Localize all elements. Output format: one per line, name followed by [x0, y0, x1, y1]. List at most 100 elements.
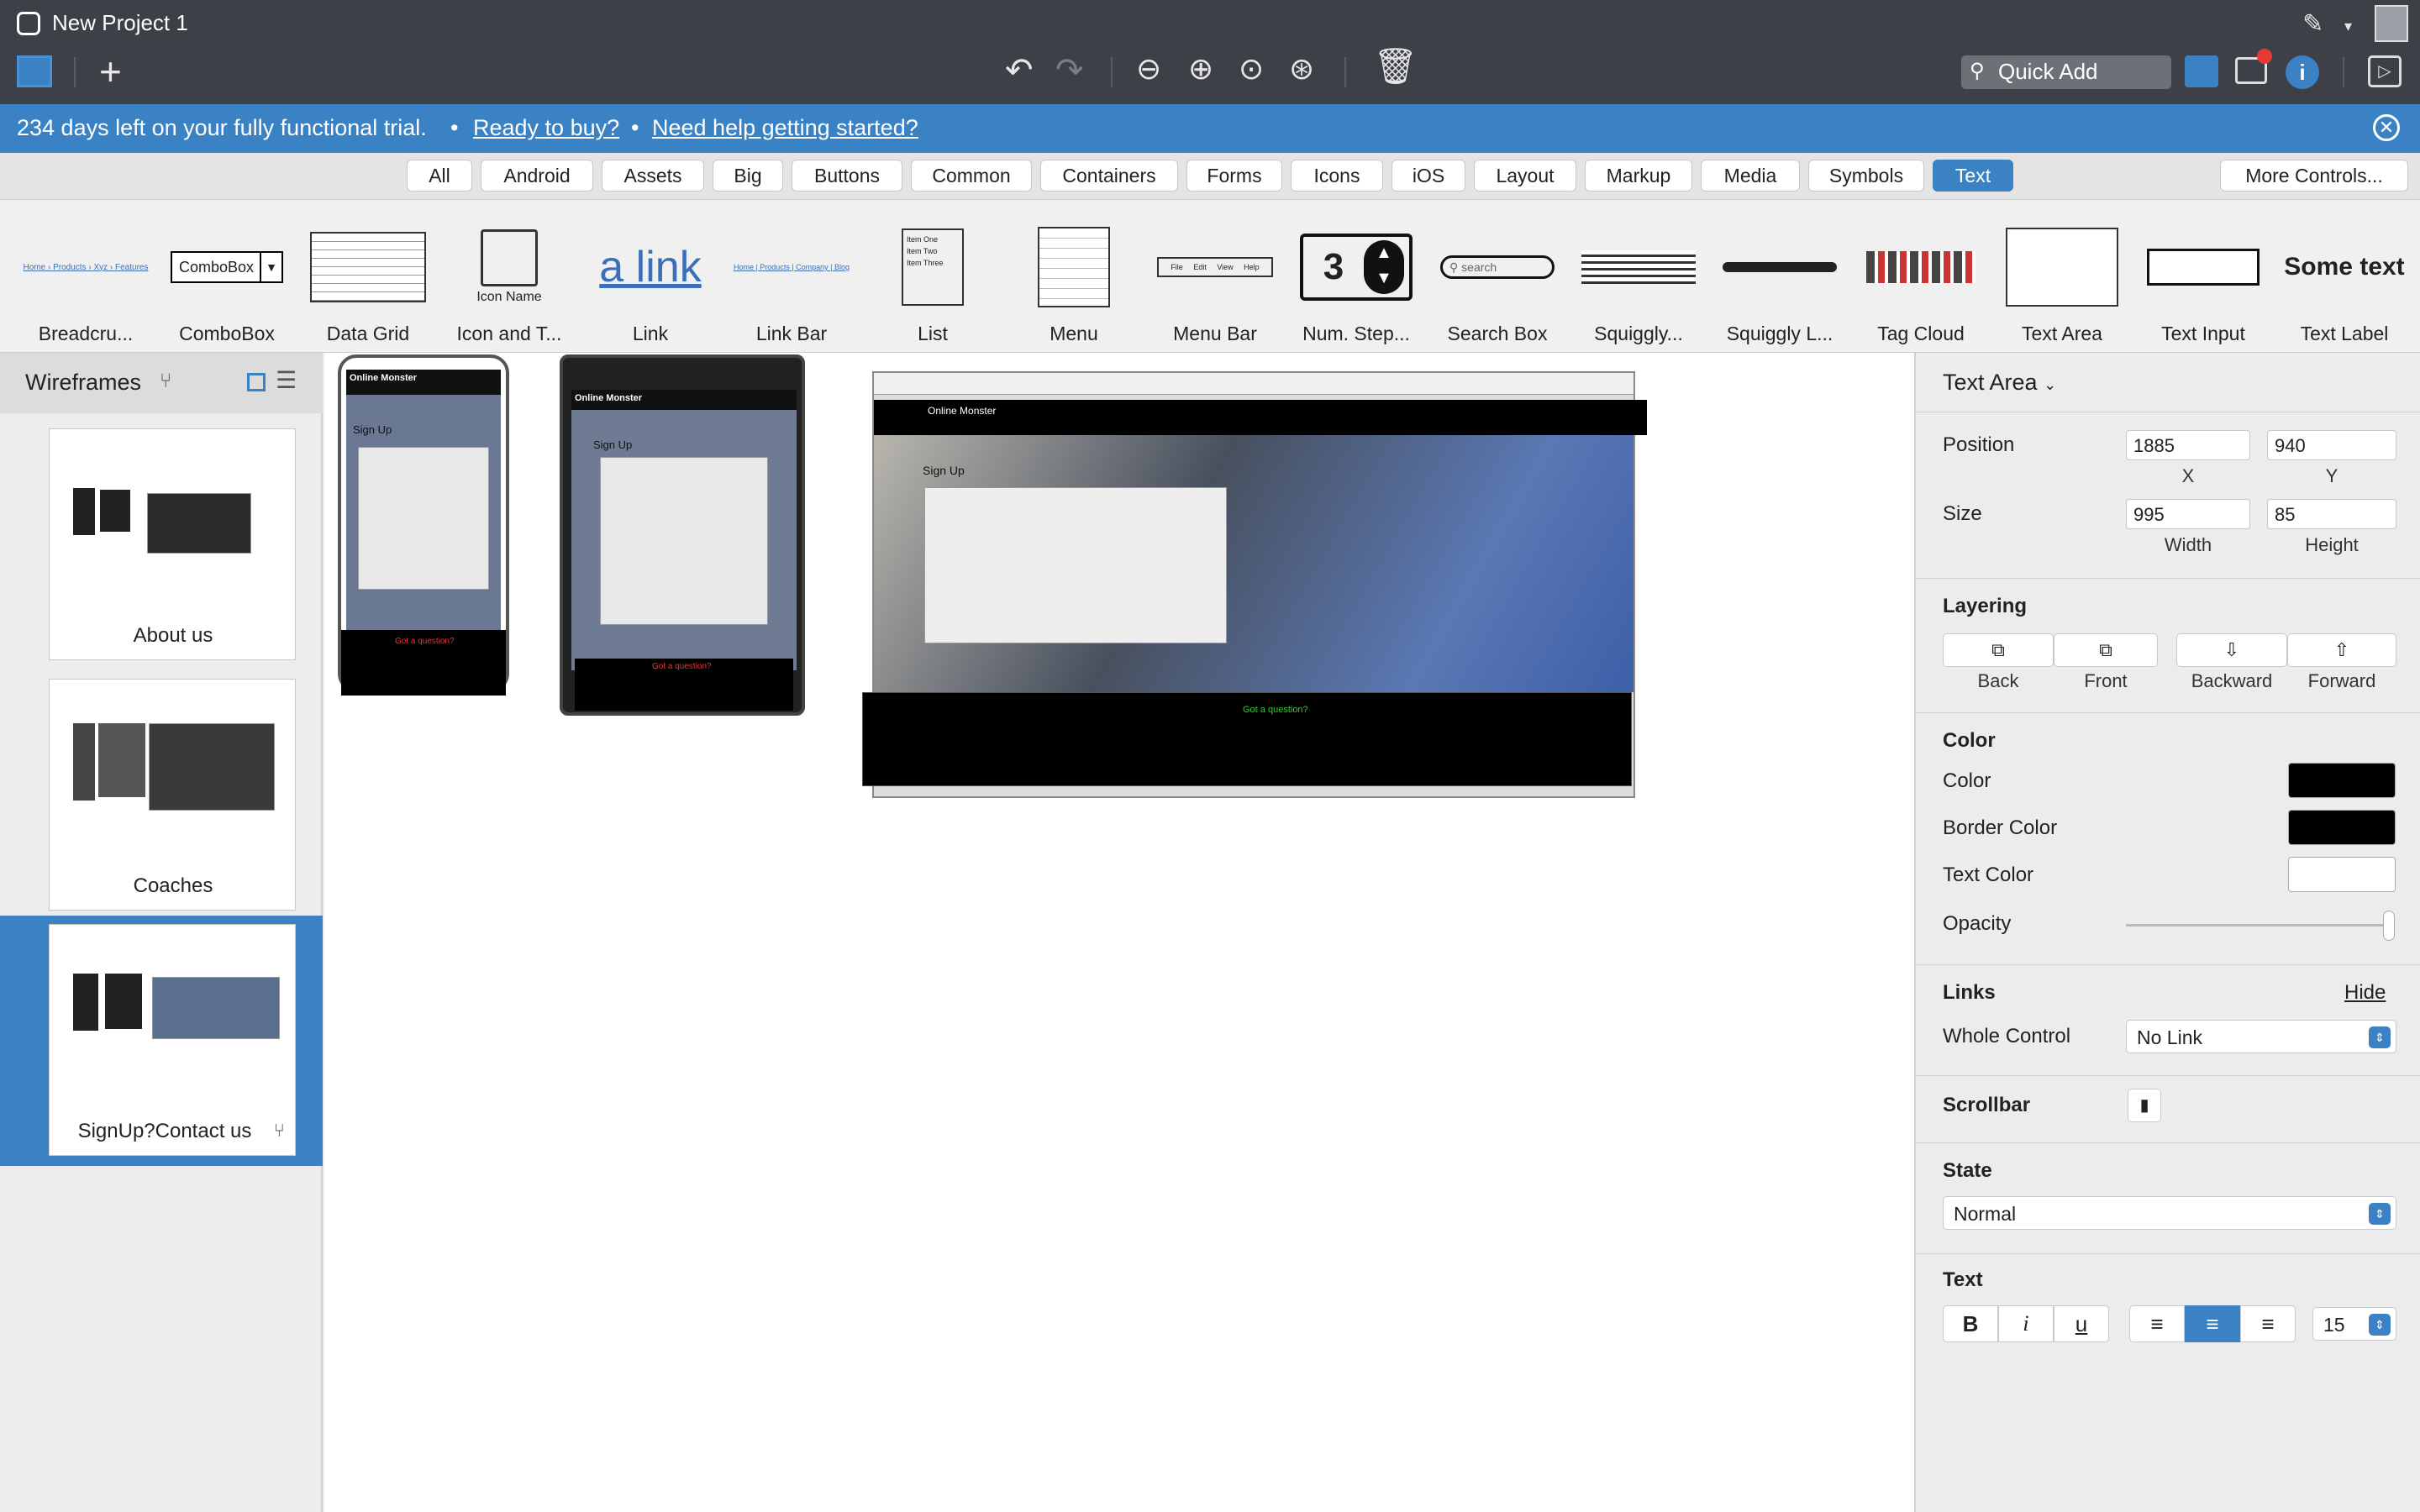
- list-view-icon[interactable]: ☰: [276, 366, 297, 394]
- bring-to-front-button[interactable]: ⧉: [2054, 633, 2158, 667]
- desktop-browser-frame[interactable]: Online Monster Sign Up Got a question?: [862, 371, 1647, 798]
- branch-icon[interactable]: ⑂: [274, 1120, 285, 1142]
- library-label: Text Area: [2022, 323, 2102, 344]
- branch-icon[interactable]: ⑂: [160, 370, 171, 393]
- opacity-slider-track[interactable]: [2126, 924, 2386, 927]
- chevron-down-icon[interactable]: ▾: [2344, 18, 2352, 34]
- tab-icons[interactable]: Icons: [1291, 160, 1383, 192]
- library-item-text-label[interactable]: Some text Text Label: [2274, 217, 2415, 344]
- page-item-signup-contact[interactable]: SignUp?Contact us ⑂: [0, 916, 323, 1166]
- border-color-swatch[interactable]: [2288, 810, 2396, 845]
- media-icon[interactable]: [2185, 55, 2218, 87]
- library-item-breadcrumbs[interactable]: Home › Products › Xyz › Features Breadcr…: [15, 217, 156, 345]
- position-y-input[interactable]: 940: [2267, 430, 2396, 460]
- more-controls-button[interactable]: More Controls...: [2220, 160, 2408, 192]
- phone-frame[interactable]: Online Monster Sign Up Got a question?: [338, 354, 509, 696]
- phone-footer: Got a question?: [341, 630, 506, 696]
- library-label: Data Grid: [326, 323, 410, 344]
- info-icon[interactable]: i: [2286, 55, 2319, 89]
- zoom-fit-icon[interactable]: ⊛: [1289, 54, 1314, 84]
- wireframe-canvas[interactable]: Online Monster Sign Up Got a question? O…: [324, 353, 1914, 1512]
- selected-text-area-footer[interactable]: Got a question?: [862, 692, 1632, 786]
- tab-big[interactable]: Big: [713, 160, 783, 192]
- width-input[interactable]: 995: [2126, 499, 2250, 529]
- library-item-list[interactable]: Item One Item Two Item Three List: [862, 217, 1003, 344]
- text-color-swatch[interactable]: [2288, 857, 2396, 892]
- tab-layout[interactable]: Layout: [1474, 160, 1576, 192]
- library-item-data-grid[interactable]: Data Grid: [297, 217, 439, 344]
- library-item-icon-and-text[interactable]: Icon Name Icon and T...: [439, 217, 580, 344]
- scrollbar-toggle-icon[interactable]: ▮: [2128, 1089, 2161, 1122]
- library-item-link[interactable]: a link Link: [580, 217, 721, 344]
- tab-ios[interactable]: iOS: [1392, 160, 1465, 192]
- zoom-out-icon[interactable]: ⊖: [1136, 54, 1161, 84]
- need-help-link[interactable]: Need help getting started?: [652, 115, 918, 141]
- tablet-form: [600, 457, 768, 625]
- forward-label: Forward: [2307, 670, 2376, 691]
- banner-separator: •: [450, 115, 459, 140]
- send-to-back-button[interactable]: ⧉: [1943, 633, 2054, 667]
- tab-symbols[interactable]: Symbols: [1808, 160, 1924, 192]
- library-label: Squiggly L...: [1726, 323, 1833, 344]
- undo-icon[interactable]: ↶: [1005, 54, 1034, 87]
- opacity-slider-handle[interactable]: [2383, 911, 2395, 941]
- page-item-coaches[interactable]: Coaches: [0, 670, 323, 921]
- tab-android[interactable]: Android: [481, 160, 593, 192]
- tab-buttons[interactable]: Buttons: [792, 160, 902, 192]
- italic-button[interactable]: i: [1998, 1305, 2054, 1342]
- underline-button[interactable]: u: [2054, 1305, 2109, 1342]
- bring-forward-button[interactable]: ⇧: [2287, 633, 2396, 667]
- library-item-text-area[interactable]: Text Area: [1991, 217, 2133, 344]
- pencil-icon[interactable]: ✎: [2302, 12, 2323, 37]
- avatar[interactable]: [2375, 5, 2408, 42]
- library-item-menu[interactable]: Menu: [1003, 217, 1144, 344]
- align-left-icon[interactable]: ≡: [2129, 1305, 2185, 1342]
- bold-button[interactable]: B: [1943, 1305, 1998, 1342]
- library-item-link-bar[interactable]: Home | Products | Company | Blog Link Ba…: [721, 217, 862, 344]
- tab-media[interactable]: Media: [1701, 160, 1800, 192]
- hide-links-button[interactable]: Hide: [2344, 981, 2386, 1005]
- mini-tablet: [98, 723, 145, 797]
- tab-common[interactable]: Common: [911, 160, 1032, 192]
- tab-text[interactable]: Text: [1933, 160, 2013, 192]
- library-item-menu-bar[interactable]: File Edit View Help Menu Bar: [1144, 217, 1286, 344]
- library-item-search-box[interactable]: ⚲ search Search Box: [1427, 217, 1568, 344]
- height-input[interactable]: 85: [2267, 499, 2396, 529]
- tab-containers[interactable]: Containers: [1040, 160, 1178, 192]
- trash-icon[interactable]: 🗑: [1373, 49, 1418, 84]
- ready-to-buy-link[interactable]: Ready to buy?: [473, 115, 619, 141]
- fill-color-swatch[interactable]: [2288, 763, 2396, 798]
- add-icon[interactable]: +: [99, 52, 122, 91]
- zoom-in-icon[interactable]: ⊕: [1188, 54, 1213, 84]
- actual-size-icon[interactable]: ⊙: [1239, 54, 1264, 84]
- library-item-combobox[interactable]: ComboBox ▼ ComboBox: [156, 217, 297, 344]
- font-size-stepper[interactable]: 15 ⇕: [2312, 1307, 2396, 1341]
- inspector-title[interactable]: Text Area ⌄: [1943, 370, 2056, 396]
- library-label: Menu: [1050, 323, 1098, 344]
- x-label: X: [2181, 465, 2195, 486]
- position-x-input[interactable]: 1885: [2126, 430, 2250, 460]
- page-item-about-us[interactable]: About us: [0, 420, 323, 670]
- toggle-panels-icon[interactable]: [17, 55, 52, 87]
- redo-icon[interactable]: ↷: [1055, 54, 1084, 87]
- library-item-tag-cloud[interactable]: Tag Cloud: [1850, 217, 1991, 344]
- align-right-icon[interactable]: ≡: [2240, 1305, 2296, 1342]
- state-select[interactable]: Normal ⇕: [1943, 1196, 2396, 1230]
- tablet-frame[interactable]: Online Monster Sign Up Got a question?: [560, 354, 805, 716]
- library-item-squiggly-line[interactable]: Squiggly L...: [1709, 217, 1850, 344]
- align-center-icon[interactable]: ≡: [2185, 1305, 2240, 1342]
- close-icon[interactable]: ✕: [2373, 114, 2400, 141]
- tab-forms[interactable]: Forms: [1186, 160, 1282, 192]
- present-icon[interactable]: ▷: [2368, 55, 2402, 87]
- library-item-squiggly-text[interactable]: Squiggly...: [1568, 217, 1709, 344]
- tab-markup[interactable]: Markup: [1585, 160, 1692, 192]
- tab-all[interactable]: All: [407, 160, 472, 192]
- tab-assets[interactable]: Assets: [602, 160, 704, 192]
- send-backward-button[interactable]: ⇩: [2176, 633, 2287, 667]
- grid-view-icon[interactable]: [247, 373, 266, 391]
- library-item-text-input[interactable]: Text Input: [2133, 217, 2274, 344]
- link-select[interactable]: No Link ⇕: [2126, 1020, 2396, 1053]
- quick-add-input[interactable]: ⚲ Quick Add: [1961, 55, 2171, 89]
- brand-text: Online Monster: [575, 393, 643, 403]
- library-item-num-stepper[interactable]: 3 ▲ ▼ Num. Step...: [1286, 217, 1427, 344]
